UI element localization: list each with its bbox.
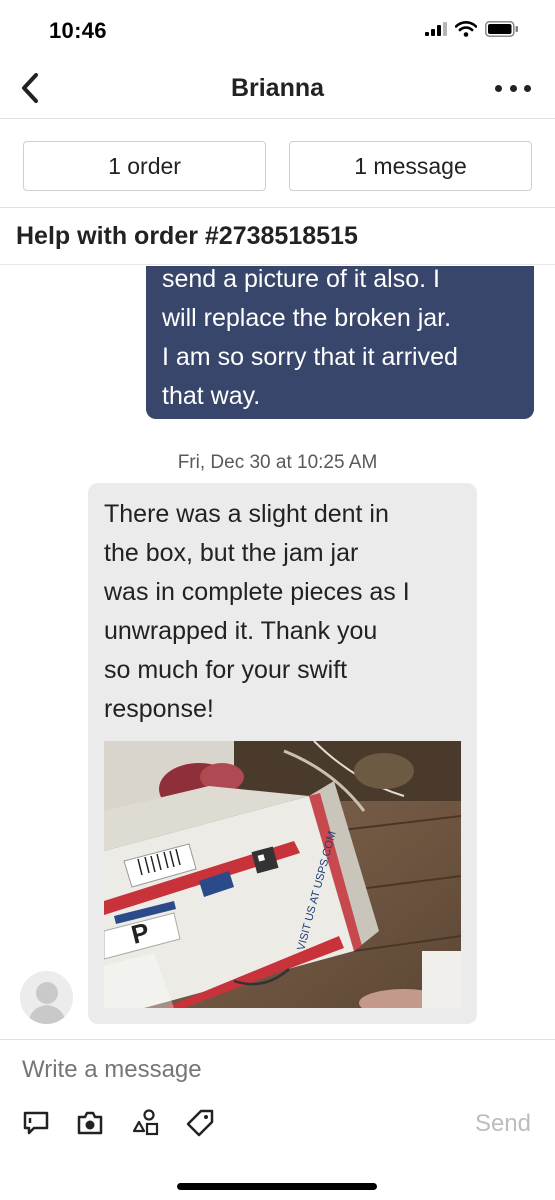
- message-input[interactable]: [22, 1050, 532, 1090]
- send-button[interactable]: Send: [475, 1110, 531, 1138]
- status-time: 10:46: [49, 18, 107, 43]
- orders-button[interactable]: 1 order: [23, 141, 266, 191]
- more-horizontal-icon: [524, 84, 531, 92]
- message-photo-attachment[interactable]: P VISIT US AT USPS.COM: [104, 741, 461, 1008]
- messages-button[interactable]: 1 message: [289, 141, 532, 191]
- status-icons: [425, 21, 519, 37]
- conversation-header: Brianna: [0, 60, 555, 119]
- home-indicator[interactable]: [177, 1183, 377, 1190]
- sender-avatar[interactable]: [20, 971, 73, 1024]
- tag-icon: [186, 1109, 214, 1137]
- status-bar: 10:46: [0, 0, 555, 60]
- battery-icon: [485, 21, 518, 37]
- compose-area: Send: [0, 1039, 555, 1200]
- more-horizontal-icon: [495, 84, 502, 92]
- camera-icon: [77, 1111, 103, 1135]
- shapes-icon: [132, 1109, 159, 1136]
- shipping-box-photo: P VISIT US AT USPS.COM: [104, 741, 461, 1008]
- more-horizontal-icon: [509, 84, 517, 92]
- incoming-message-bubble: There was a slight dent in the box, but …: [88, 483, 477, 1024]
- signal-icon: [425, 22, 447, 36]
- shapes-button[interactable]: [130, 1107, 162, 1139]
- conversation-subject: Help with order #2738518515: [0, 208, 555, 265]
- incoming-message-text: There was a slight dent in the box, but …: [104, 500, 410, 723]
- message-thread[interactable]: send a picture of it also. I will replac…: [0, 266, 555, 1038]
- tag-button[interactable]: [184, 1107, 216, 1139]
- conversation-summary: 1 order 1 message: [0, 120, 555, 208]
- wifi-icon: [455, 21, 477, 37]
- outgoing-message-text: send a picture of it also. I will replac…: [162, 266, 458, 410]
- outgoing-message-bubble: send a picture of it also. I will replac…: [146, 266, 534, 419]
- message-timestamp: Fri, Dec 30 at 10:25 AM: [177, 452, 378, 473]
- review-button[interactable]: [20, 1107, 52, 1139]
- user-avatar-icon: [20, 971, 73, 1024]
- more-options-button[interactable]: [495, 76, 531, 100]
- review-icon: [23, 1111, 49, 1135]
- conversation-title: Brianna: [230, 74, 325, 102]
- subject-title: Help with order #2738518515: [16, 222, 358, 250]
- camera-button[interactable]: [74, 1107, 106, 1139]
